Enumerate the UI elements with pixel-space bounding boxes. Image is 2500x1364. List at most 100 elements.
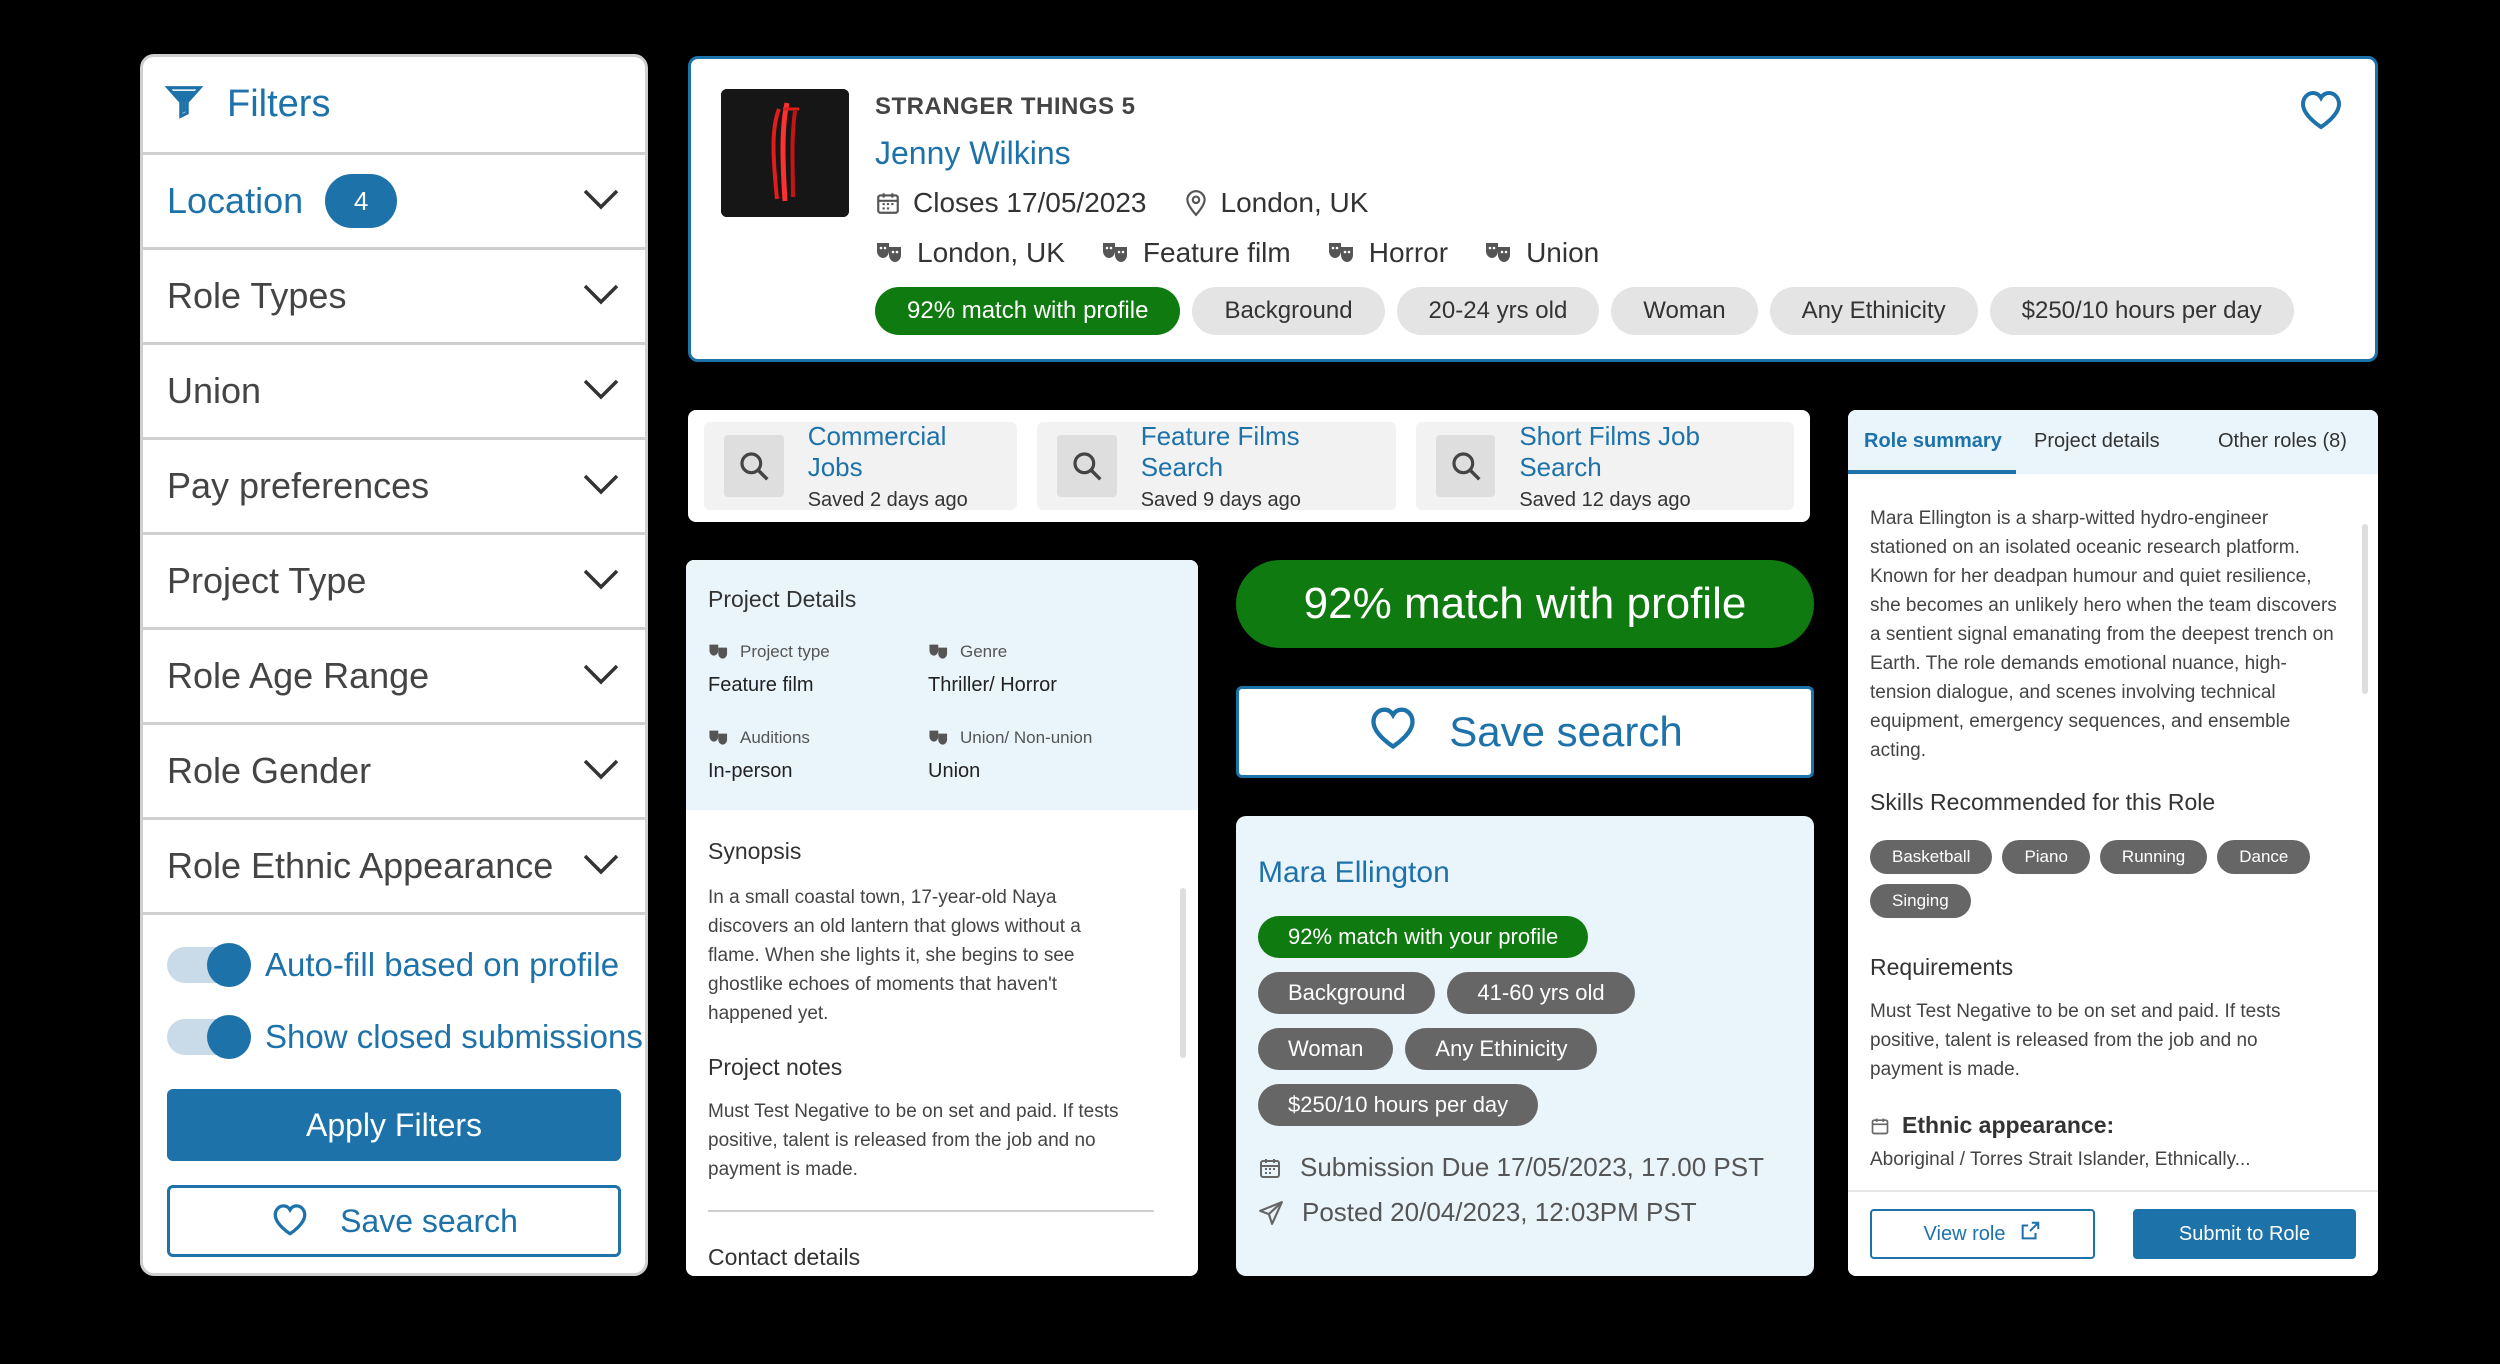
project-meta-row: Closes 17/05/2023 London, UK (875, 187, 1404, 219)
chip: Any Ethinicity (1405, 1028, 1598, 1070)
role-summary-card: Role summary Project details Other roles… (1848, 410, 2378, 1276)
tag-format: Feature film (1101, 237, 1291, 269)
scrollbar[interactable] (1180, 888, 1186, 1058)
view-role-button[interactable]: View role (1870, 1209, 2095, 1259)
filter-row-location[interactable]: Location 4 (143, 155, 645, 250)
calendar-icon (877, 193, 899, 214)
project-details-summary: Project Details Project type Feature fil… (686, 560, 1198, 810)
project-details-title: Project Details (708, 586, 857, 612)
synopsis-title: Synopsis (708, 838, 802, 864)
skills-list: Basketball Piano Running Dance Singing (1870, 840, 2330, 928)
autofill-toggle-row[interactable]: Auto-fill based on profile (143, 929, 645, 1001)
chip: Any Ethinicity (1769, 287, 1978, 335)
closes-date: Closes 17/05/2023 (875, 187, 1147, 219)
chip: Woman (1258, 1028, 1394, 1070)
chevron-down-icon (581, 852, 621, 881)
filter-row-role-ethnic-appearance[interactable]: Role Ethnic Appearance (143, 820, 645, 915)
tab-other-roles[interactable]: Other roles (8) (2218, 430, 2347, 453)
tab-project-details[interactable]: Project details (2034, 430, 2160, 453)
submit-to-role-button[interactable]: Submit to Role (2133, 1209, 2356, 1259)
submission-due: Submission Due 17/05/2023, 17.00 PST (1258, 1152, 1792, 1183)
autofill-toggle[interactable] (167, 943, 251, 987)
chip: 20-24 yrs old (1396, 287, 1600, 335)
tag-genre: Horror (1327, 237, 1448, 269)
chip: Woman (1611, 287, 1758, 335)
detail-auditions: Auditions In-person (708, 728, 810, 782)
project-details-card: Project Details Project type Feature fil… (686, 560, 1198, 1276)
project-location: London, UK (1183, 187, 1369, 219)
role-footer: View role Submit to Role (1848, 1190, 2378, 1276)
theater-masks-icon (1102, 243, 1127, 262)
filter-row-union[interactable]: Union (143, 345, 645, 440)
chevron-down-icon (581, 567, 621, 596)
chip: Background (1258, 972, 1436, 1014)
chevron-down-icon (581, 282, 621, 311)
filters-title: Filters (227, 83, 331, 125)
ethnic-appearance-title: Ethnic appearance: (1902, 1112, 2115, 1138)
saved-search-subtitle: Saved 12 days ago (1519, 488, 1691, 511)
location-pin-icon (1185, 190, 1206, 217)
role-summary-body: Mara Ellington is a sharp-witted hydro-e… (1848, 474, 2378, 1174)
role-match-card[interactable]: Mara Ellington 92% match with your profi… (1236, 816, 1814, 1276)
filter-row-pay-preferences[interactable]: Pay preferences (143, 440, 645, 535)
search-icon (1057, 435, 1117, 497)
skill-chip: Basketball (1870, 840, 1993, 874)
role-summary-text: Mara Ellington is a sharp-witted hydro-e… (1870, 508, 2337, 761)
skill-chip: Piano (2002, 840, 2090, 874)
saved-search-item[interactable]: Commercial Jobs Saved 2 days ago (704, 420, 1017, 511)
chevron-down-icon (581, 662, 621, 691)
theater-masks-icon (1486, 243, 1511, 262)
save-search-button[interactable]: Save search (167, 1185, 621, 1257)
project-details-body: Synopsis In a small coastal town, 17-yea… (686, 838, 1198, 1271)
skill-chip: Running (2099, 840, 2208, 874)
skill-chip: Singing (1870, 884, 1971, 918)
posted-date: Posted 20/04/2023, 12:03PM PST (1258, 1197, 1792, 1228)
requirements-text: Must Test Negative to be on set and paid… (1870, 1001, 2281, 1080)
theater-masks-icon (1328, 243, 1353, 262)
saved-search-item[interactable]: Feature Films Search Saved 9 days ago (1037, 421, 1396, 511)
save-search-label: Save search (1449, 708, 1683, 755)
contact-details-title: Contact details (708, 1244, 861, 1270)
filters-header: Filters (143, 57, 645, 155)
show-closed-toggle-label: Show closed submissions (265, 1018, 643, 1055)
chevron-down-icon (581, 757, 621, 786)
filter-label: Pay preferences (167, 465, 430, 506)
apply-filters-button[interactable]: Apply Filters (167, 1089, 621, 1161)
project-header-card[interactable]: STRANGER THINGS 5 Jenny Wilkins Closes 1… (688, 56, 2378, 362)
save-search-label: Save search (340, 1202, 518, 1239)
location-text: London, UK (1220, 187, 1369, 218)
chevron-down-icon (581, 472, 621, 501)
filter-label: Union (167, 370, 262, 411)
filter-row-role-types[interactable]: Role Types (143, 250, 645, 345)
save-search-button-large[interactable]: Save search (1236, 686, 1814, 778)
ethnic-appearance: Ethnic appearance: (1870, 1112, 2356, 1139)
scrollbar[interactable] (2362, 524, 2368, 694)
show-closed-toggle-row[interactable]: Show closed submissions (143, 1001, 645, 1073)
chip: 41-60 yrs old (1447, 972, 1635, 1014)
filter-label: Role Types (167, 275, 347, 316)
role-match-chips: 92% match with your profile Background 4… (1258, 916, 1678, 1140)
chip: $250/10 hours per day (1989, 287, 2294, 335)
project-role-name[interactable]: Jenny Wilkins (875, 135, 1071, 172)
filter-row-project-type[interactable]: Project Type (143, 535, 645, 630)
favorite-heart-icon[interactable] (2297, 87, 2345, 136)
skills-title: Skills Recommended for this Role (1870, 789, 2216, 815)
saved-searches-bar: Commercial Jobs Saved 2 days ago Feature… (688, 410, 1810, 522)
role-name[interactable]: Mara Ellington (1258, 856, 1792, 890)
show-closed-toggle[interactable] (167, 1015, 251, 1059)
tab-role-summary[interactable]: Role summary (1864, 430, 2002, 453)
filter-row-role-gender[interactable]: Role Gender (143, 725, 645, 820)
project-notes-title: Project notes (708, 1054, 843, 1080)
filter-label: Project Type (167, 560, 367, 601)
filter-label-location: Location (167, 180, 304, 221)
project-poster (721, 89, 849, 217)
saved-search-title: Commercial Jobs (807, 420, 947, 482)
filter-label: Role Age Range (167, 655, 430, 696)
calendar-icon (1871, 1118, 1889, 1134)
tag-text: Feature film (1142, 237, 1291, 268)
filters-panel: Filters Location 4 Role Types Union Pay … (140, 54, 648, 1276)
filter-row-role-age-range[interactable]: Role Age Range (143, 630, 645, 725)
saved-search-subtitle: Saved 2 days ago (807, 488, 968, 511)
saved-search-item[interactable]: Short Films Job Search Saved 12 days ago (1416, 421, 1794, 511)
chip: Background (1192, 287, 1385, 335)
